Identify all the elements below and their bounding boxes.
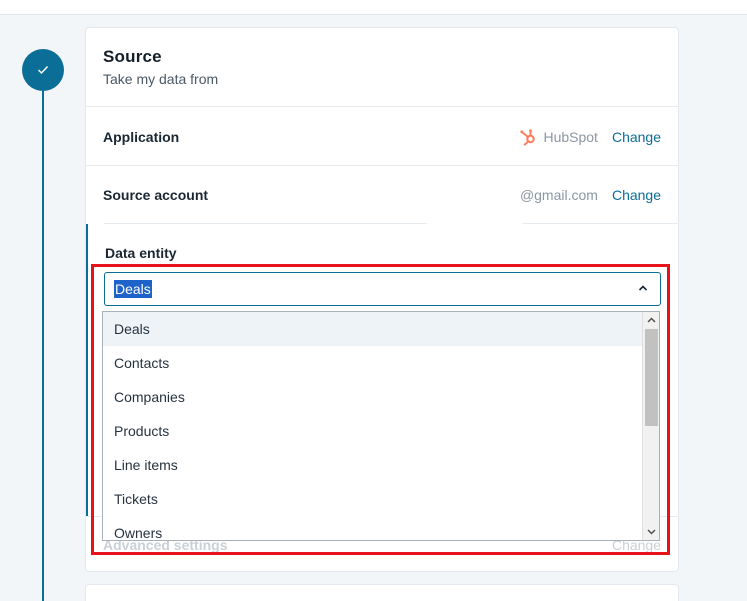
application-name: HubSpot [543,128,598,145]
data-entity-label: Data entity [105,245,177,261]
step-complete-indicator [22,49,64,91]
source-title: Source [103,47,162,66]
source-account-value: @gmail.com [519,186,598,203]
application-value: HubSpot [519,128,598,146]
application-row: Application HubSpot Change [86,108,678,166]
checkmark-icon [38,66,49,75]
highlight-annotation-box [91,264,670,555]
application-change-link[interactable]: Change [612,129,661,145]
source-account-row: Source account @gmail.com Change [86,166,678,224]
step-connector-line [42,91,44,601]
top-bar [0,0,747,15]
hubspot-icon [520,128,536,146]
application-label: Application [103,128,180,145]
source-header: Source Take my data from [86,28,678,107]
source-account-label: Source account [103,186,209,203]
source-account-change-link[interactable]: Change [612,187,661,203]
source-subtitle: Take my data from [103,71,219,87]
destination-card [85,584,679,601]
